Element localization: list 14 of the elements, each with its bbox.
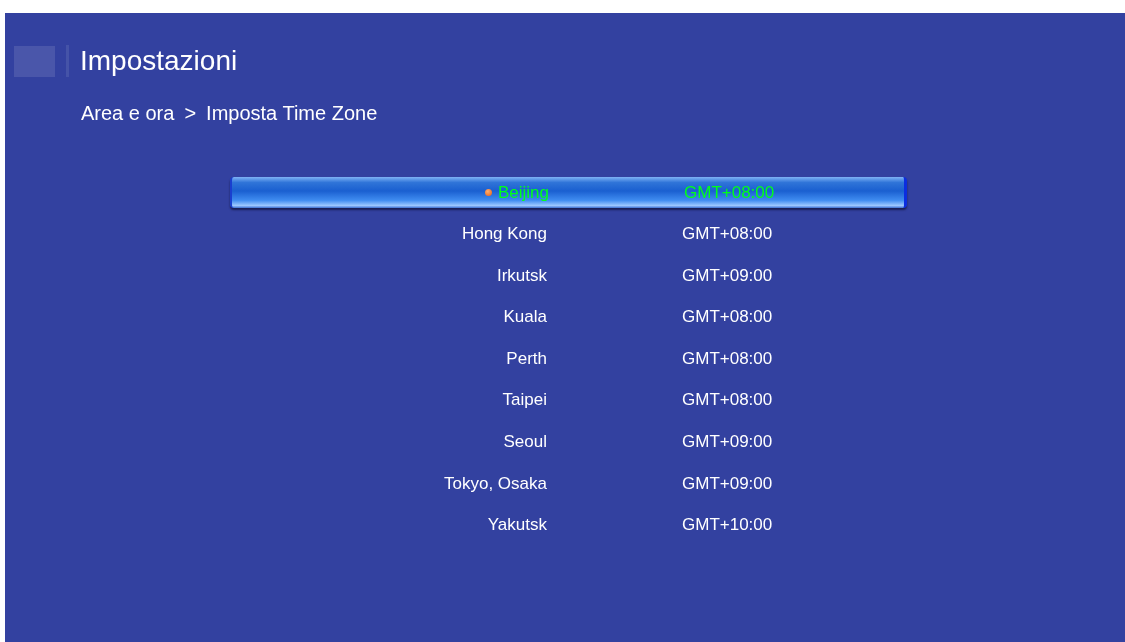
breadcrumb-link[interactable]: Area e ora bbox=[81, 102, 175, 125]
timezone-row[interactable]: Yakutsk GMT+10:00 bbox=[230, 509, 907, 541]
timezone-row[interactable]: Hong Kong GMT+08:00 bbox=[230, 218, 907, 250]
timezone-row[interactable]: Perth GMT+08:00 bbox=[230, 343, 907, 375]
timezone-row[interactable]: Irkutsk GMT+09:00 bbox=[230, 260, 907, 292]
timezone-row[interactable]: Tokyo, Osaka GMT+09:00 bbox=[230, 468, 907, 500]
selected-timezone-row[interactable]: Beijing GMT+08:00 bbox=[230, 177, 907, 208]
timezone-row[interactable]: Kuala GMT+08:00 bbox=[230, 301, 907, 333]
breadcrumb-current: Imposta Time Zone bbox=[206, 102, 378, 125]
page-title: Impostazioni bbox=[80, 45, 238, 77]
breadcrumb-separator: > bbox=[184, 102, 197, 125]
timezone-row[interactable]: Seoul GMT+09:00 bbox=[230, 426, 907, 458]
bullet-icon bbox=[484, 189, 492, 196]
timezone-row[interactable]: Taipei GMT+08:00 bbox=[230, 384, 907, 416]
